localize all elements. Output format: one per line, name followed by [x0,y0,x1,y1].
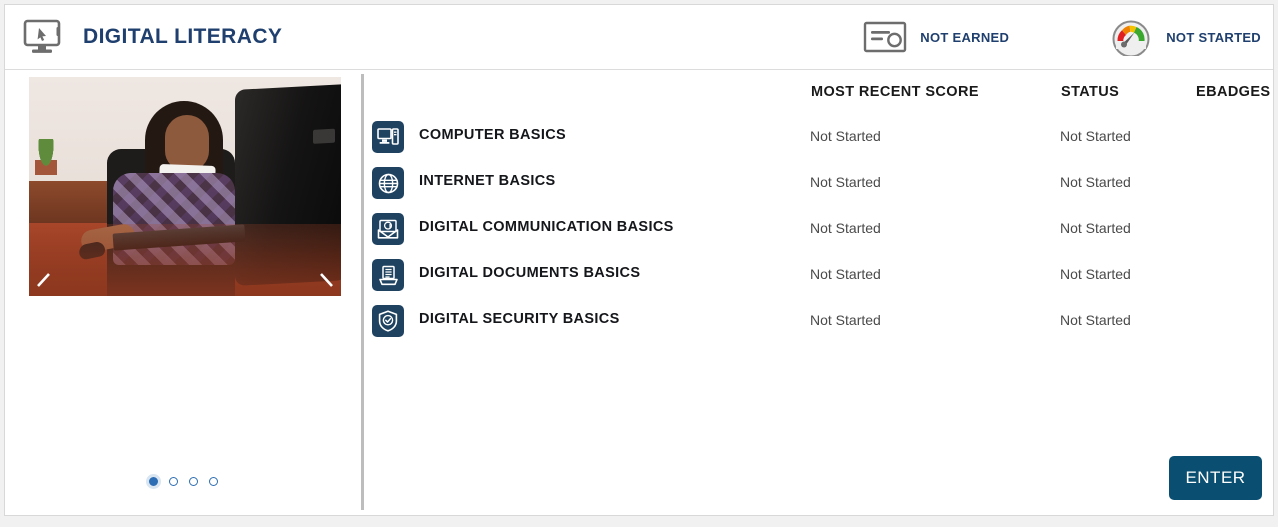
course-rows: COMPUTER BASICS Not Started Not Started … [364,116,1273,346]
carousel-dot-1[interactable] [148,477,158,486]
progress-gauge-label: NOT STARTED [1166,29,1261,45]
globe-icon [372,167,404,199]
header-badges: NOT EARNED NOT STARTED [861,17,1273,57]
chevron-left-icon[interactable] [33,270,55,292]
carousel-dot-4[interactable] [208,477,218,486]
monitor-cursor-icon [19,17,65,57]
table-row[interactable]: DIGITAL SECURITY BASICS Not Started Not … [364,300,1273,346]
course-label: COMPUTER BASICS [419,127,567,143]
table-row[interactable]: INTERNET BASICS Not Started Not Started [364,162,1273,208]
desktop-computer-icon [372,121,404,153]
course-status: Not Started [1060,266,1131,282]
certificate-icon [861,17,909,57]
document-printer-icon [372,259,404,291]
progress-gauge-badge[interactable]: NOT STARTED [1107,17,1261,57]
course-status: Not Started [1060,128,1131,144]
shield-check-icon [372,305,404,337]
course-score: Not Started [810,312,881,328]
carousel-dot-3[interactable] [188,477,198,486]
certificate-badge-label: NOT EARNED [920,29,1010,45]
table-row[interactable]: DIGITAL COMMUNICATION BASICS Not Started… [364,208,1273,254]
course-score: Not Started [810,174,881,190]
column-header-ebadges: EBADGES [1196,84,1271,100]
table-row[interactable]: DIGITAL DOCUMENTS BASICS Not Started Not… [364,254,1273,300]
course-status: Not Started [1060,220,1131,236]
email-at-icon [372,213,404,245]
gauge-icon [1107,17,1155,57]
carousel-pane [5,70,361,516]
digital-literacy-card: DIGITAL LITERACY NOT EARNED NOT STARTED … [4,4,1274,516]
enter-button[interactable]: ENTER [1169,456,1262,500]
carousel-photo [29,77,341,296]
column-header-score: MOST RECENT SCORE [811,84,979,100]
table-header-row: MOST RECENT SCORE STATUS EBADGES [364,70,1273,116]
table-row[interactable]: COMPUTER BASICS Not Started Not Started [364,116,1273,162]
course-label: DIGITAL DOCUMENTS BASICS [419,265,641,281]
carousel-dots [5,477,361,486]
course-list-pane: MOST RECENT SCORE STATUS EBADGES COMPUTE… [364,70,1273,516]
page-title: DIGITAL LITERACY [83,25,283,48]
course-status: Not Started [1060,312,1131,328]
course-label: INTERNET BASICS [419,173,556,189]
course-score: Not Started [810,220,881,236]
certificate-badge[interactable]: NOT EARNED [861,17,1009,57]
carousel-image[interactable] [29,77,341,296]
column-header-status: STATUS [1061,84,1120,100]
course-score: Not Started [810,128,881,144]
course-label: DIGITAL SECURITY BASICS [419,311,620,327]
card-body: MOST RECENT SCORE STATUS EBADGES COMPUTE… [5,70,1273,516]
chevron-right-icon[interactable] [315,270,337,292]
course-score: Not Started [810,266,881,282]
course-label: DIGITAL COMMUNICATION BASICS [419,219,674,235]
card-header: DIGITAL LITERACY NOT EARNED NOT STARTED [5,5,1273,70]
carousel-dot-2[interactable] [168,477,178,486]
course-status: Not Started [1060,174,1131,190]
